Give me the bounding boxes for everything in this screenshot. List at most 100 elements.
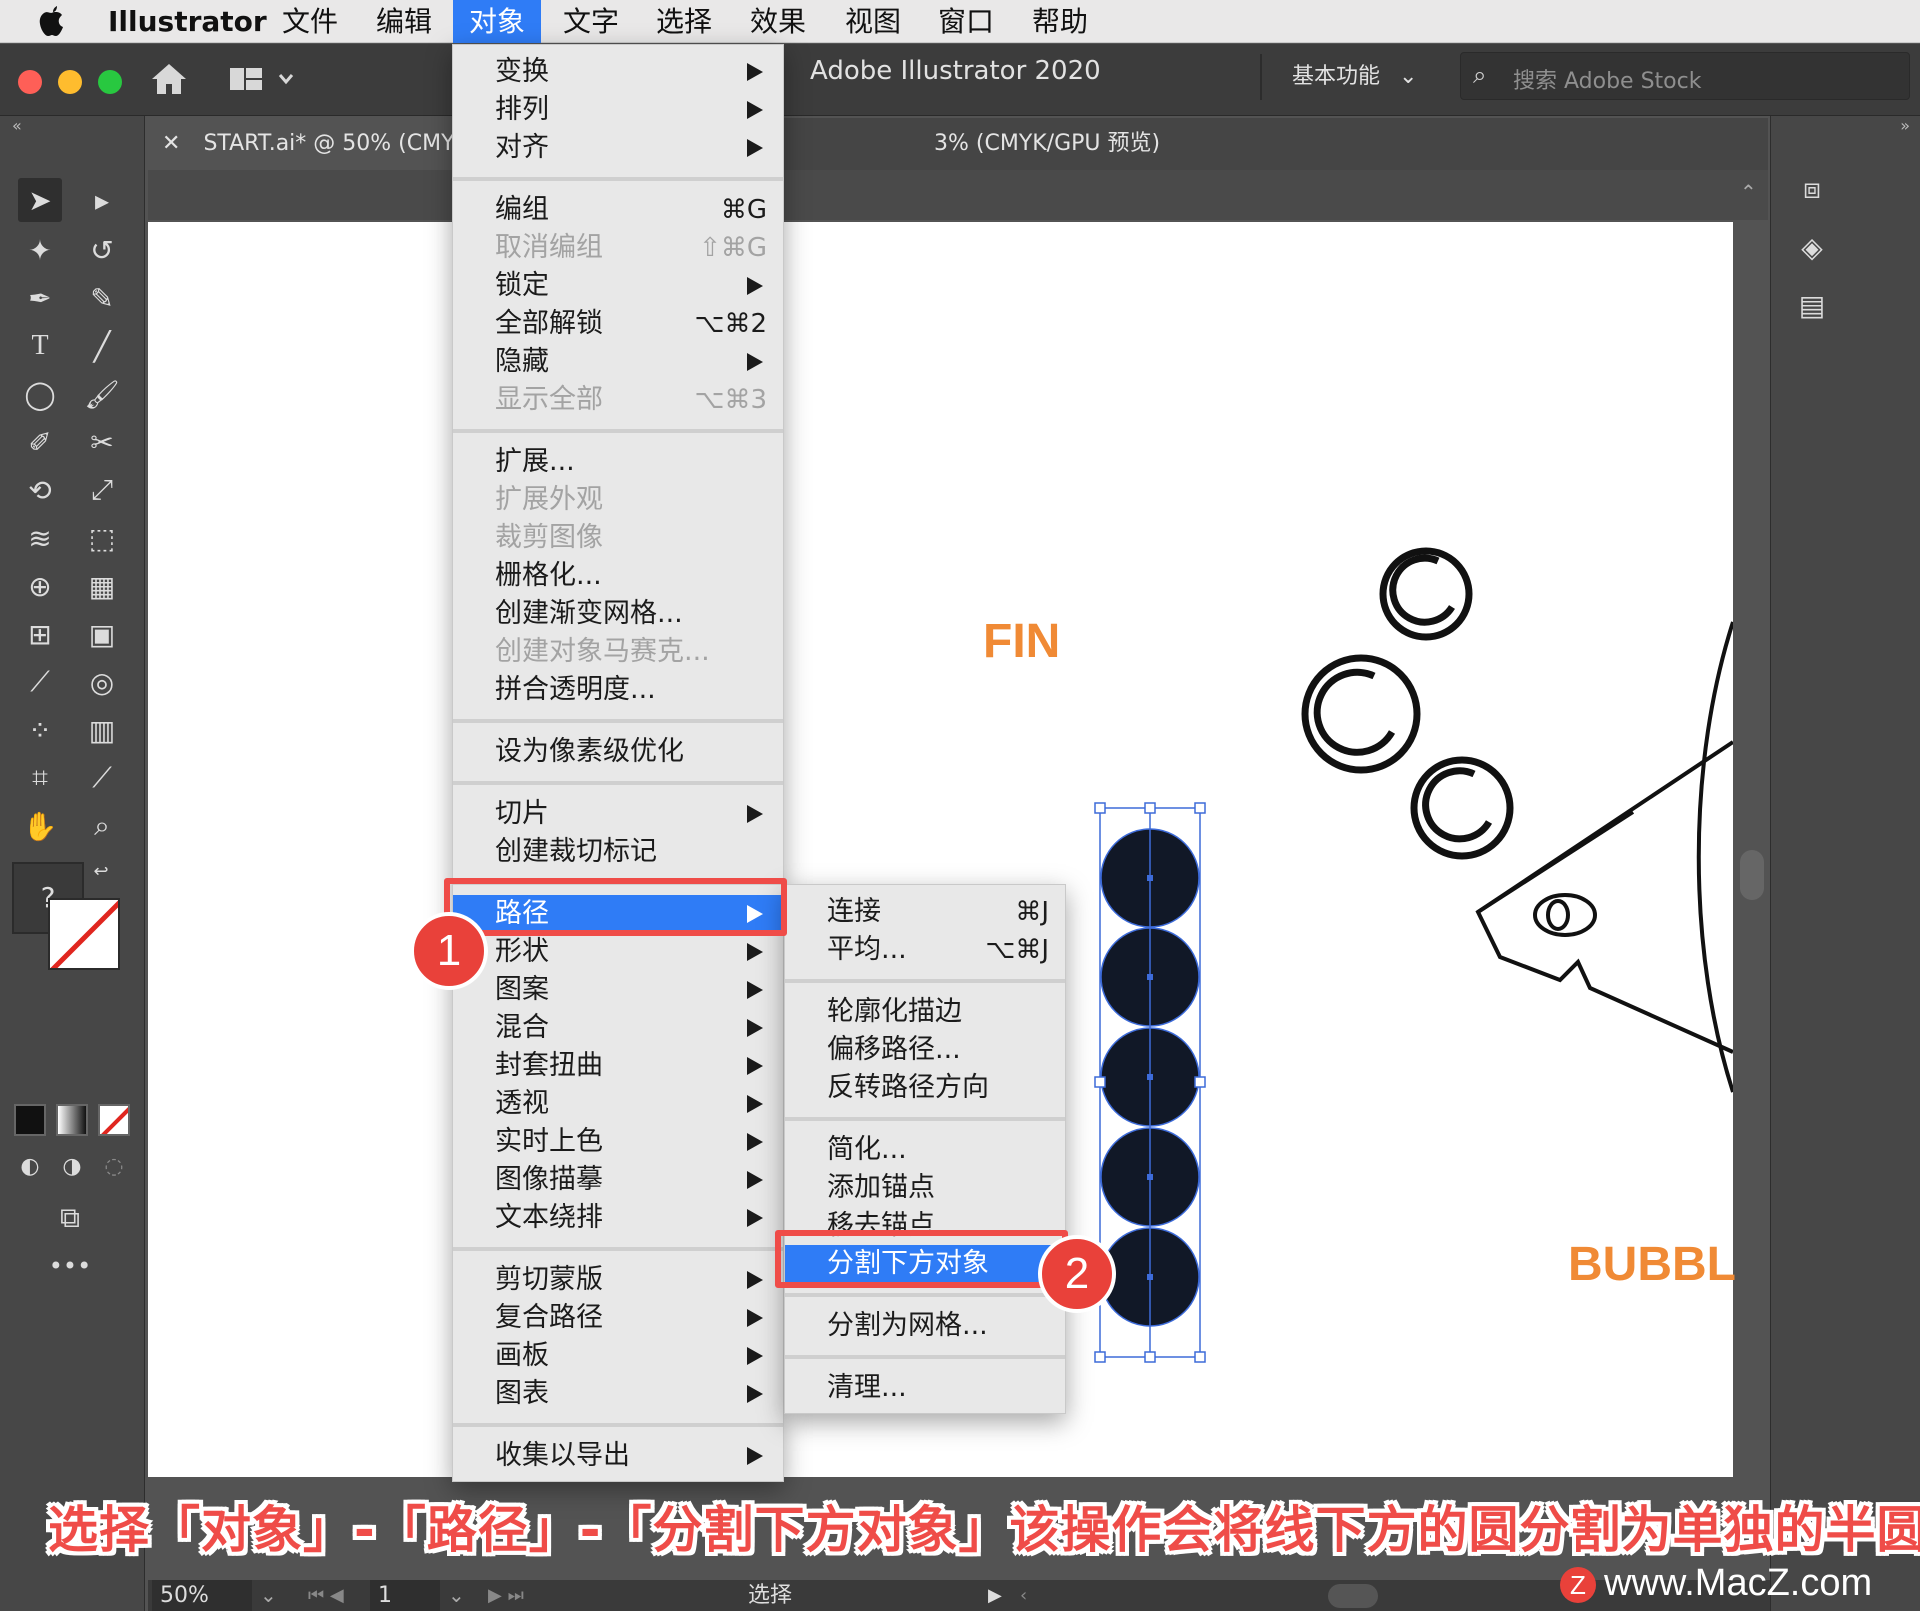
slice-tool-icon[interactable]: ⟋	[80, 756, 124, 800]
artboard-number-field[interactable]: 1	[370, 1580, 440, 1611]
magic-wand-tool-icon[interactable]: ✦	[18, 228, 62, 272]
object-menu-item-2-6[interactable]: 拼合透明度...	[453, 671, 783, 709]
object-menu-item-4-0[interactable]: 切片	[453, 795, 783, 833]
eyedropper-tool-icon[interactable]: ⟋	[18, 660, 62, 704]
none-mode-button[interactable]	[98, 1104, 130, 1136]
path-submenu-item-0-1[interactable]: 平均... ⌥⌘J	[785, 931, 1065, 969]
object-menu-item-5-2[interactable]: 图案	[453, 971, 783, 1009]
perspective-grid-tool-icon[interactable]: ▦	[80, 564, 124, 608]
tab-start-document[interactable]: ✕ START.ai* @ 50% (CMYK/G	[148, 118, 493, 170]
next-artboard-icon[interactable]: ▶ ⏭	[488, 1580, 524, 1611]
object-menu-item-5-7[interactable]: 图像描摹	[453, 1161, 783, 1199]
type-tool-icon[interactable]: T	[18, 324, 62, 368]
shape-builder-tool-icon[interactable]: ⊕	[18, 564, 62, 608]
properties-panel-icon[interactable]: ⧈	[1787, 164, 1837, 214]
menu-help[interactable]: 帮助	[1032, 0, 1088, 43]
zoom-tool-icon[interactable]: ⌕	[80, 804, 124, 848]
object-menu-item-5-8[interactable]: 文本绕排	[453, 1199, 783, 1237]
object-menu-item-3-0[interactable]: 设为像素级优化	[453, 733, 783, 771]
path-submenu-item-4-0[interactable]: 清理...	[785, 1369, 1065, 1407]
lasso-tool-icon[interactable]: ↺	[80, 228, 124, 272]
status-menu-icon[interactable]: ▶	[988, 1580, 1002, 1611]
menu-edit[interactable]: 编辑	[376, 0, 432, 43]
swap-fill-stroke-icon[interactable]: ↩	[86, 856, 116, 886]
warp-tool-icon[interactable]: ≋	[18, 516, 62, 560]
paintbrush-tool-icon[interactable]: 🖌	[80, 372, 124, 416]
arrange-documents-icon[interactable]	[228, 64, 298, 98]
symbol-sprayer-tool-icon[interactable]: ⁘	[18, 708, 62, 752]
zoom-level-field[interactable]: 50%	[152, 1580, 252, 1611]
close-window-button[interactable]	[18, 70, 42, 94]
blend-tool-icon[interactable]: ◎	[80, 660, 124, 704]
artboard-tool-icon[interactable]: ⌗	[18, 756, 62, 800]
menu-select[interactable]: 选择	[656, 0, 712, 43]
zoom-dropdown-icon[interactable]: ⌄	[260, 1580, 277, 1611]
object-menu-item-5-3[interactable]: 混合	[453, 1009, 783, 1047]
app-menu-illustrator[interactable]: Illustrator	[108, 0, 267, 43]
object-menu-item-5-5[interactable]: 透视	[453, 1085, 783, 1123]
menu-object[interactable]: 对象	[453, 0, 542, 43]
libraries-panel-icon[interactable]: ▤	[1787, 280, 1837, 330]
object-menu-item-1-3[interactable]: 全部解锁 ⌥⌘2	[453, 305, 783, 343]
artboard-dropdown-icon[interactable]: ⌄	[448, 1580, 465, 1611]
scroll-left-icon[interactable]: ‹	[1020, 1580, 1027, 1611]
object-menu-item-5-1[interactable]: 形状	[453, 933, 783, 971]
path-submenu-item-1-1[interactable]: 偏移路径...	[785, 1031, 1065, 1069]
layers-panel-icon[interactable]: ◈	[1787, 222, 1837, 272]
menu-view[interactable]: 视图	[845, 0, 901, 43]
line-tool-icon[interactable]: ╱	[80, 324, 124, 368]
free-transform-tool-icon[interactable]: ⬚	[80, 516, 124, 560]
object-menu-item-1-4[interactable]: 隐藏	[453, 343, 783, 381]
stock-search-field[interactable]: ⌕ 搜索 Adobe Stock	[1460, 52, 1910, 100]
object-menu-item-6-1[interactable]: 复合路径	[453, 1299, 783, 1337]
path-submenu-item-1-2[interactable]: 反转路径方向	[785, 1069, 1065, 1107]
rotate-tool-icon[interactable]: ⟲	[18, 468, 62, 512]
collapse-dock-icon[interactable]: »	[1900, 116, 1910, 135]
menu-window[interactable]: 窗口	[938, 0, 994, 43]
scroll-up-icon[interactable]: ⌃	[1740, 180, 1757, 204]
first-artboard-icon[interactable]: ⏮ ◀	[308, 1580, 344, 1611]
draw-inside-icon[interactable]: ◌	[96, 1148, 132, 1184]
ellipse-tool-icon[interactable]: ◯	[18, 372, 62, 416]
horizontal-scrollbar-thumb[interactable]	[1328, 1584, 1378, 1608]
zoom-window-button[interactable]	[98, 70, 122, 94]
menu-effect[interactable]: 效果	[750, 0, 806, 43]
close-tab-icon[interactable]: ✕	[162, 131, 180, 156]
scale-tool-icon[interactable]: ⤢	[80, 468, 124, 512]
object-menu-item-0-0[interactable]: 变换	[453, 53, 783, 91]
gradient-tool-icon[interactable]: ▣	[80, 612, 124, 656]
menu-file[interactable]: 文件	[282, 0, 338, 43]
object-menu-item-2-0[interactable]: 扩展...	[453, 443, 783, 481]
vertical-scrollbar-thumb[interactable]	[1740, 850, 1764, 900]
column-graph-tool-icon[interactable]: ▥	[80, 708, 124, 752]
object-menu-item-2-4[interactable]: 创建渐变网格...	[453, 595, 783, 633]
path-submenu-item-0-0[interactable]: 连接 ⌘J	[785, 893, 1065, 931]
object-menu-item-7-0[interactable]: 收集以导出	[453, 1437, 783, 1475]
object-menu-item-2-3[interactable]: 栅格化...	[453, 557, 783, 595]
path-submenu-item-1-0[interactable]: 轮廓化描边	[785, 993, 1065, 1031]
curvature-tool-icon[interactable]: ✎	[80, 276, 124, 320]
object-menu-item-1-2[interactable]: 锁定	[453, 267, 783, 305]
object-menu-item-1-0[interactable]: 编组 ⌘G	[453, 191, 783, 229]
gradient-mode-button[interactable]	[56, 1104, 88, 1136]
draw-behind-icon[interactable]: ◑	[54, 1148, 90, 1184]
home-icon[interactable]	[150, 62, 188, 100]
path-submenu-item-2-0[interactable]: 简化...	[785, 1131, 1065, 1169]
workspace-switcher[interactable]: 基本功能 ⌄	[1292, 58, 1417, 90]
draw-normal-icon[interactable]: ◐	[12, 1148, 48, 1184]
object-menu-item-6-2[interactable]: 画板	[453, 1337, 783, 1375]
object-menu-item-6-3[interactable]: 图表	[453, 1375, 783, 1413]
minimize-window-button[interactable]	[58, 70, 82, 94]
object-menu-item-6-0[interactable]: 剪切蒙版	[453, 1261, 783, 1299]
object-menu-item-0-1[interactable]: 排列	[453, 91, 783, 129]
object-menu-item-4-1[interactable]: 创建裁切标记	[453, 833, 783, 871]
hand-tool-icon[interactable]: ✋	[18, 804, 62, 848]
object-menu-item-5-4[interactable]: 封套扭曲	[453, 1047, 783, 1085]
menu-type[interactable]: 文字	[563, 0, 619, 43]
apple-icon[interactable]	[38, 0, 68, 43]
screen-mode-icon[interactable]: ⧉	[48, 1196, 92, 1240]
path-submenu-item-3-0[interactable]: 分割为网格...	[785, 1307, 1065, 1345]
direct-selection-tool-icon[interactable]: ▸	[80, 178, 124, 222]
object-menu-item-0-2[interactable]: 对齐	[453, 129, 783, 167]
mesh-tool-icon[interactable]: ⊞	[18, 612, 62, 656]
